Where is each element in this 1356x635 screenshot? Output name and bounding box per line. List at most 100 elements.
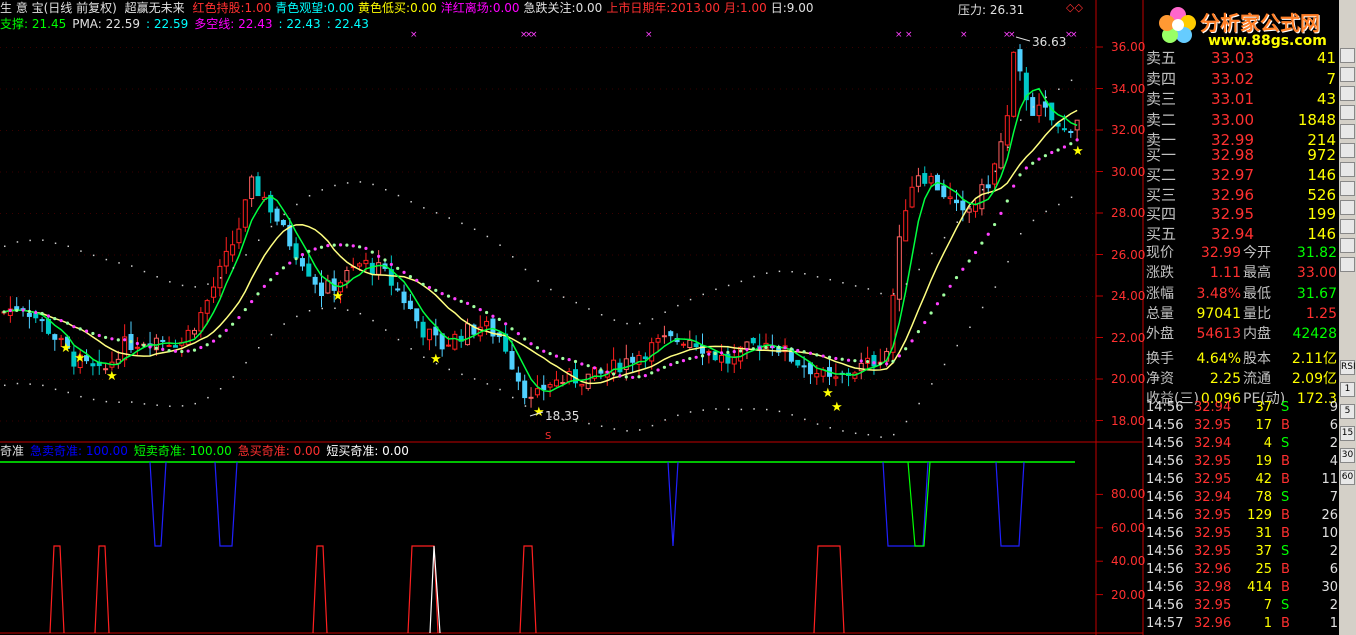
- grid-dot: [666, 254, 667, 256]
- grid-dot: [186, 88, 187, 90]
- candle-body: [325, 280, 331, 294]
- grid-dot: [222, 296, 223, 297]
- period-button[interactable]: 60: [1340, 470, 1355, 485]
- toolbar-button[interactable]: [1340, 219, 1355, 234]
- grid-dot: [384, 296, 385, 297]
- grid-dot: [834, 337, 835, 339]
- grid-dot: [954, 254, 955, 256]
- grid-dot: [426, 296, 427, 297]
- grid-dot: [132, 130, 133, 131]
- period-button[interactable]: 30: [1340, 448, 1355, 463]
- toolbar-button[interactable]: [1340, 105, 1355, 120]
- grid-dot: [756, 171, 757, 173]
- period-button[interactable]: 5: [1340, 404, 1355, 419]
- trend-dot: [1031, 161, 1035, 165]
- grid-dot: [750, 213, 751, 214]
- quote-value: 1.11: [1209, 265, 1241, 282]
- grid-dot: [138, 171, 139, 173]
- header-item-value: 0.00: [492, 1, 520, 15]
- toolbar-button[interactable]: [1340, 162, 1355, 177]
- pressure-dot: [588, 308, 590, 310]
- grid-dot: [276, 254, 277, 256]
- trend-dot: [567, 358, 571, 362]
- grid-dot: [1074, 254, 1075, 256]
- grid-dot: [102, 337, 103, 339]
- trend-dot: [46, 314, 51, 318]
- grid-dot: [432, 171, 433, 173]
- candle-body: [192, 329, 197, 335]
- grid-dot: [438, 337, 439, 339]
- grid-dot: [1092, 88, 1093, 90]
- grid-dot: [348, 47, 349, 48]
- trend-dot: [231, 322, 235, 326]
- header-item-value: 0.00: [327, 1, 355, 15]
- candle-body: [553, 379, 559, 387]
- grid-dot: [498, 213, 499, 214]
- grid-dot: [930, 420, 931, 422]
- price-tick-label: 34.00: [1111, 81, 1146, 96]
- toolbar-button[interactable]: [1340, 124, 1355, 139]
- pressure-dot: [346, 182, 349, 184]
- pressure-dot: [689, 298, 692, 301]
- toolbar-button[interactable]: [1340, 86, 1355, 101]
- grid-dot: [342, 171, 343, 173]
- grid-dot: [618, 296, 619, 297]
- kline-chart[interactable]: ★★★★★★★★★× ××× × × × × ×× ××S: [0, 0, 1144, 635]
- toolbar-button[interactable]: [1340, 257, 1355, 272]
- candle-body: [39, 319, 45, 322]
- grid-dot: [1044, 379, 1045, 380]
- toolbar-button[interactable]: [1340, 143, 1355, 158]
- grid-dot: [744, 420, 745, 422]
- grid-dot: [84, 213, 85, 214]
- period-button[interactable]: RSI: [1340, 360, 1356, 375]
- grid-dot: [930, 171, 931, 173]
- toolbar-button[interactable]: [1340, 67, 1355, 82]
- period-button[interactable]: 15: [1340, 426, 1355, 441]
- grid-dot: [858, 171, 859, 173]
- pressure-dot: [512, 256, 514, 258]
- candle-body: [90, 363, 96, 367]
- trend-dot: [504, 322, 508, 326]
- trend-dot: [529, 342, 533, 346]
- grid-dot: [96, 379, 97, 380]
- toolbar-button[interactable]: [1340, 181, 1355, 196]
- pressure-dot: [994, 170, 997, 173]
- grid-dot: [990, 88, 991, 90]
- book-price: 32.98: [1211, 146, 1254, 164]
- chart-options-icon[interactable]: ◇◇: [1066, 1, 1083, 14]
- ma-yellow-line: [3, 109, 1078, 385]
- grid-dot: [42, 88, 43, 90]
- grid-dot: [96, 254, 97, 256]
- support-dot: [893, 433, 895, 436]
- period-button[interactable]: 1: [1340, 382, 1355, 397]
- toolbar-button[interactable]: [1340, 48, 1355, 63]
- trend-dot: [846, 358, 851, 362]
- grid-dot: [294, 296, 295, 297]
- grid-dot: [1056, 88, 1057, 90]
- grid-dot: [726, 47, 727, 48]
- grid-dot: [984, 171, 985, 173]
- grid-dot: [816, 88, 817, 90]
- toolbar-button[interactable]: [1340, 200, 1355, 215]
- grid-dot: [606, 130, 607, 131]
- sub-tick-label: 20.00: [1111, 587, 1146, 602]
- grid-dot: [312, 130, 313, 131]
- grid-dot: [96, 171, 97, 173]
- grid-dot: [972, 254, 973, 256]
- grid-dot: [162, 47, 163, 48]
- grid-dot: [294, 171, 295, 173]
- trend-dot: [954, 276, 959, 280]
- grid-dot: [30, 130, 31, 131]
- grid-dot: [984, 296, 985, 297]
- pressure-dot: [219, 277, 222, 279]
- tick-time: 14:56: [1146, 490, 1184, 505]
- grid-dot: [816, 171, 817, 173]
- tick-time: 14:56: [1146, 418, 1184, 433]
- grid-dot: [444, 254, 445, 256]
- tick-volume: 42: [1255, 472, 1272, 487]
- grid-dot: [912, 88, 913, 90]
- grid-dot: [474, 88, 475, 90]
- grid-dot: [720, 47, 721, 48]
- toolbar-button[interactable]: [1340, 238, 1355, 253]
- grid-dot: [648, 254, 649, 256]
